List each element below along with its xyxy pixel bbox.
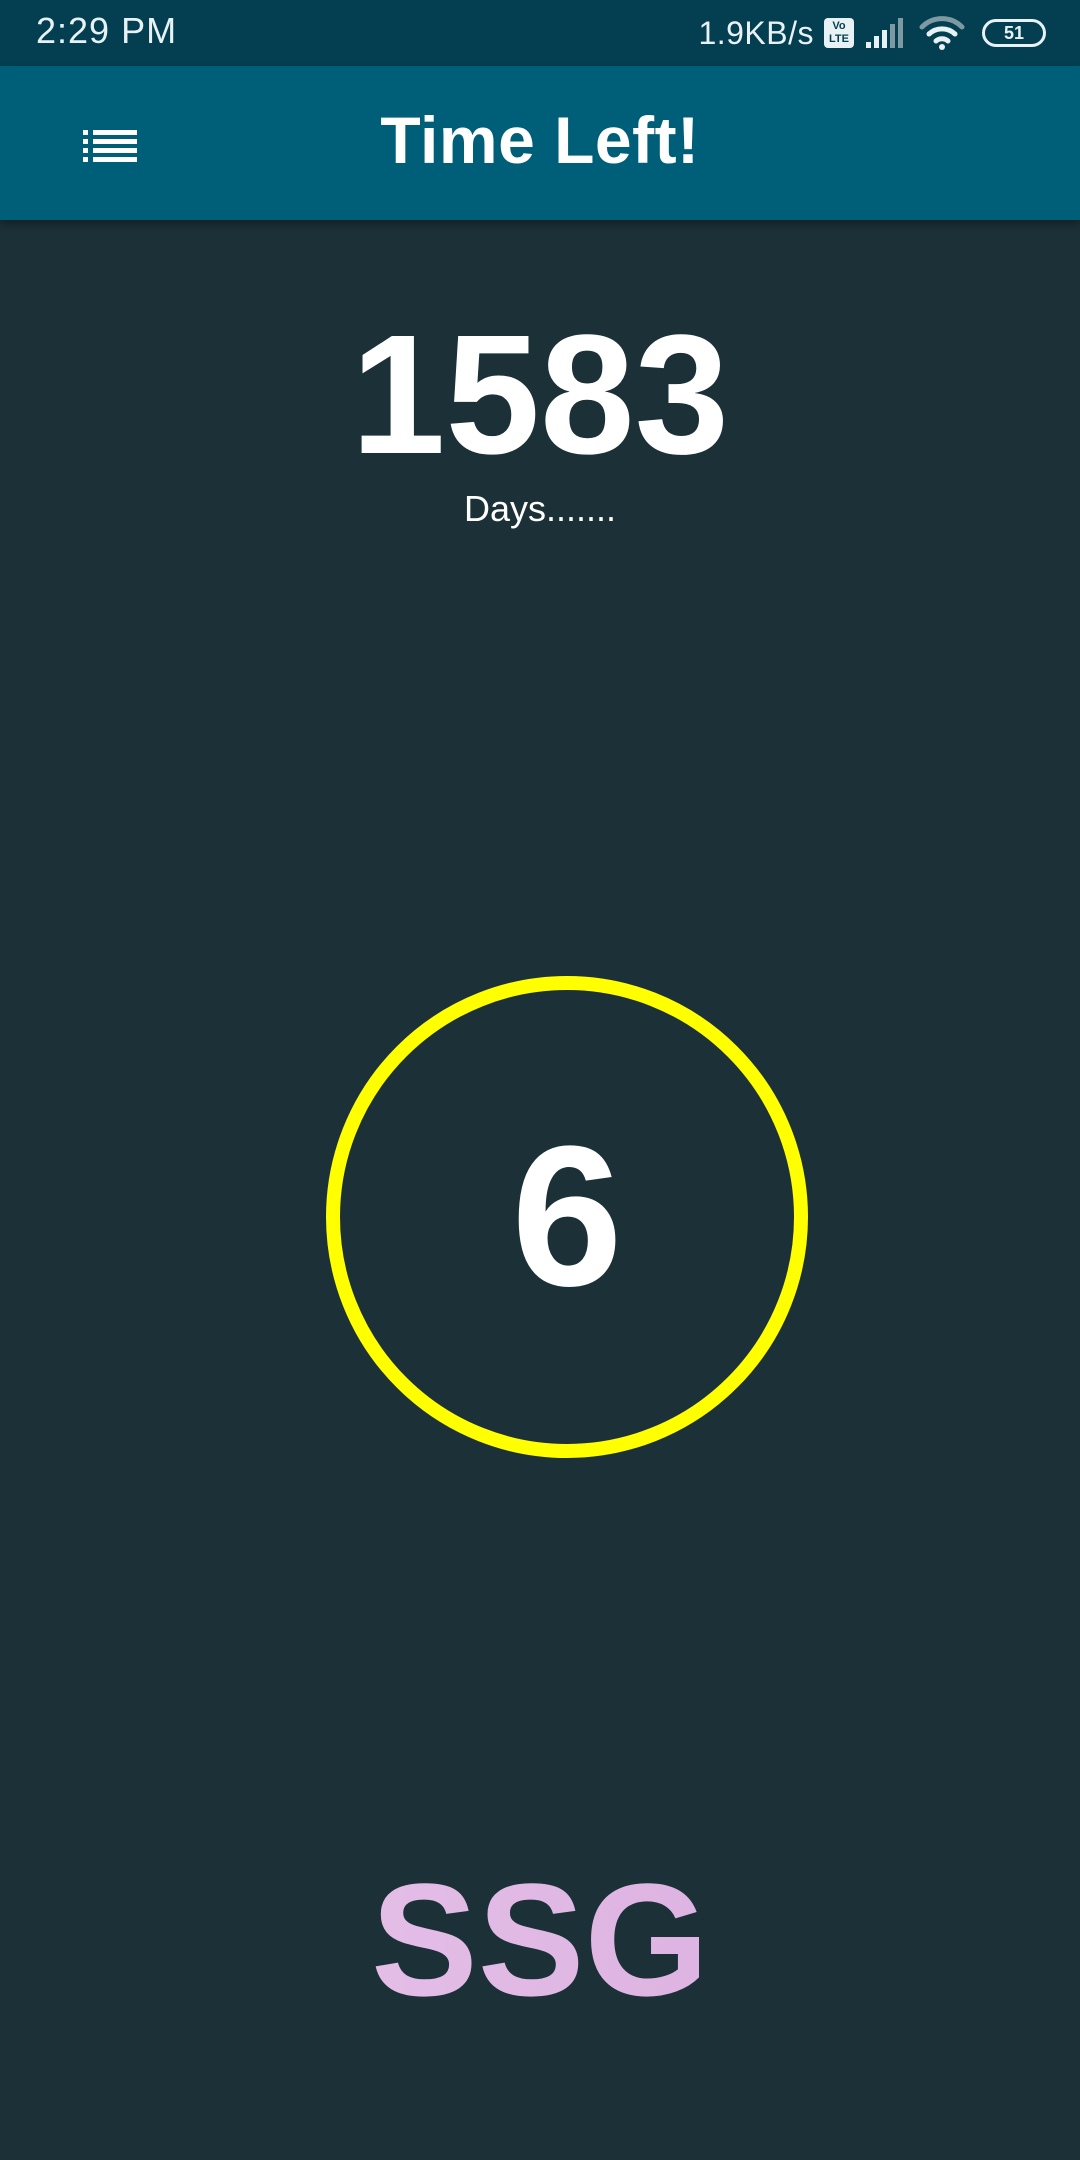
status-time: 2:29 PM — [36, 10, 178, 51]
days-remaining-value: 1583 — [350, 300, 730, 490]
wifi-icon — [919, 16, 965, 50]
volte-label-top: Vo — [832, 20, 846, 32]
days-remaining-label: Days....... — [463, 488, 617, 529]
battery-icon: 51 — [982, 19, 1046, 47]
status-icons: 1.9KB/s Vo LTE 51 — [698, 10, 1046, 56]
counter-circle[interactable]: 6 — [326, 976, 808, 1458]
app-bar: Time Left! — [0, 66, 1080, 220]
status-bar: 2:29 PM 1.9KB/s Vo LTE 51 — [0, 0, 1080, 66]
counter-value: 6 — [511, 1105, 623, 1328]
signal-icon — [866, 18, 903, 48]
network-speed: 1.9KB/s — [698, 14, 814, 51]
brand-logo-text: SSG — [0, 1860, 1080, 2020]
volte-label-bottom: LTE — [829, 33, 849, 45]
page-title: Time Left! — [380, 103, 700, 177]
app-screen: 2:29 PM 1.9KB/s Vo LTE 51 Time Left! 158… — [0, 0, 1080, 2160]
volte-icon: Vo LTE — [824, 18, 854, 48]
battery-percentage: 51 — [1003, 23, 1025, 43]
